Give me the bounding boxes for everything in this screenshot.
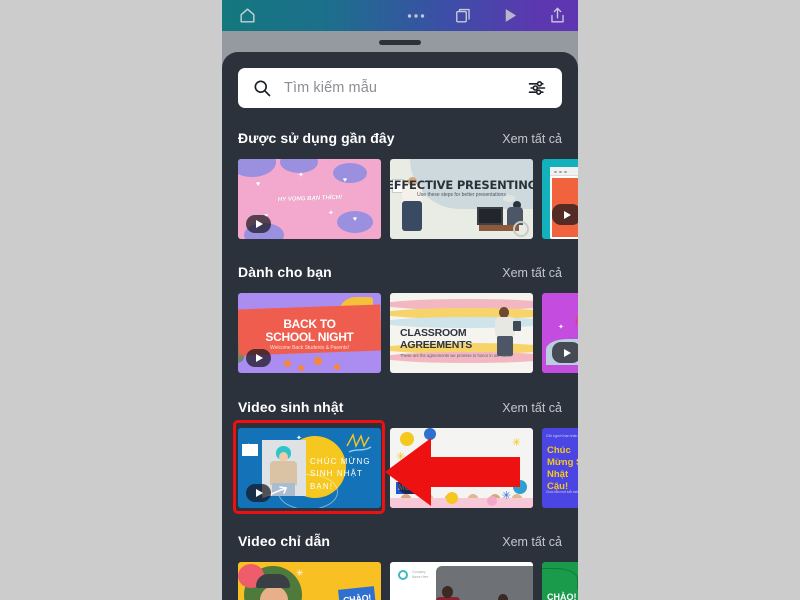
card-bottom-text: Chúc bạn một tuổi mới thật nhiều niềm vu…	[546, 490, 578, 494]
home-icon[interactable]	[232, 3, 262, 29]
duplicate-icon[interactable]	[448, 3, 478, 29]
template-row-guide[interactable]: ✳ CHÀO! Company Name Here CHÀO!	[222, 562, 578, 600]
drag-handle[interactable]	[379, 40, 421, 45]
editor-toolbar	[222, 0, 578, 31]
sheet-handle-strip	[222, 31, 578, 52]
template-card-chuc-mung-sinh-nhat-ban[interactable]: ✶ ✦ CHÚC MỪNG SINH NHẬT BẠN!	[238, 428, 381, 508]
card-text: CHÚC MỪNG SINH NHẬT BẠN!	[310, 457, 371, 491]
card-chip: CHÀO!	[338, 586, 376, 600]
template-card-family-photo[interactable]: Company Name Here	[390, 562, 533, 600]
search-input[interactable]: Tìm kiếm mẫu	[284, 80, 526, 96]
phone-screen: Tìm kiếm mẫu Được sử dụng gần đây Xem tấ…	[222, 0, 578, 600]
section-recent: Được sử dụng gần đây Xem tất cả ♥ ♥ ♥ ♥ …	[222, 130, 578, 239]
card-text: CHÀO!	[547, 592, 577, 600]
section-title: Được sử dụng gần đây	[238, 130, 395, 146]
template-card-magenta-clip[interactable]: ✦ ❗	[542, 293, 578, 373]
template-row-recent[interactable]: ♥ ♥ ♥ ♥ ✦ ✦ HY VỌNG BẠN THÍCH! EFF	[222, 159, 578, 239]
section-guide: Video chỉ dẫn Xem tất cả ✳ CHÀO! Company…	[222, 533, 578, 600]
card-title: EFFECTIVE PRESENTING	[390, 178, 533, 192]
card-subtitle: Use these steps for better presentations	[417, 192, 506, 198]
section-header: Video sinh nhật Xem tất cả	[222, 399, 578, 419]
card-subtitle: These are the agreements we promise to h…	[400, 353, 512, 358]
template-card-back-to-school[interactable]: BACK TO SCHOOL NIGHT Welcome Back Studen…	[238, 293, 381, 373]
play-badge[interactable]	[246, 484, 271, 502]
search-bar[interactable]: Tìm kiếm mẫu	[238, 68, 562, 108]
pointer-arrow-annotation	[385, 438, 520, 506]
play-badge[interactable]	[246, 215, 271, 233]
play-badge[interactable]	[552, 342, 578, 363]
see-all-link-for-you[interactable]: Xem tất cả	[502, 266, 562, 280]
template-card-pink-hearts[interactable]: ♥ ♥ ♥ ♥ ✦ ✦ HY VỌNG BẠN THÍCH!	[238, 159, 381, 239]
section-header: Dành cho bạn Xem tất cả	[222, 264, 578, 284]
card-title-line1: BACK TO	[283, 317, 336, 331]
card-subtitle: Welcome Back Students & Parents!	[269, 345, 350, 351]
template-card-yellow-chao[interactable]: ✳ CHÀO!	[238, 562, 381, 600]
card-title-line2: AGREEMENTS	[400, 339, 473, 351]
section-title: Dành cho bạn	[238, 264, 332, 280]
play-badge[interactable]	[246, 349, 271, 367]
see-all-link-recent[interactable]: Xem tất cả	[502, 132, 562, 146]
section-title: Video sinh nhật	[238, 399, 344, 415]
section-title: Video chỉ dẫn	[238, 533, 331, 549]
share-icon[interactable]	[542, 3, 572, 29]
play-icon[interactable]	[495, 3, 525, 29]
play-badge[interactable]	[552, 204, 578, 225]
template-card-green-chao[interactable]: CHÀO! TÊN T MÌNH	[542, 562, 578, 600]
section-header: Video chỉ dẫn Xem tất cả	[222, 533, 578, 553]
more-options-icon[interactable]	[401, 3, 431, 29]
card-top-text: Gửi người bạn thân yêu	[546, 434, 578, 438]
card-title-line2: SCHOOL NIGHT	[265, 330, 354, 344]
section-header: Được sử dụng gần đây Xem tất cả	[222, 130, 578, 150]
search-icon	[252, 78, 272, 98]
template-card-teal-browser[interactable]	[542, 159, 578, 239]
card-text: HY VỌNG BẠN THÍCH!	[277, 194, 342, 204]
template-card-effective-presenting[interactable]: EFFECTIVE PRESENTING Use these steps for…	[390, 159, 533, 239]
section-for-you: Dành cho bạn Xem tất cả BACK TO SCHOOL N…	[222, 264, 578, 373]
templates-panel: Tìm kiếm mẫu Được sử dụng gần đây Xem tấ…	[222, 52, 578, 600]
see-all-link-birthday[interactable]: Xem tất cả	[502, 401, 562, 415]
card-text: CHÀO!	[342, 592, 372, 600]
card-title-line1: CLASSROOM	[400, 327, 467, 339]
template-card-chuc-mung-sinh-nhat-cau[interactable]: Gửi người bạn thân yêu Chúc Mừng Sinh Nh…	[542, 428, 578, 508]
brand-logo-icon	[398, 570, 408, 580]
template-card-classroom-agreements[interactable]: CLASSROOM AGREEMENTS These are the agree…	[390, 293, 533, 373]
card-text: Chúc Mừng Sinh Nhật Cậu!	[547, 445, 578, 492]
see-all-link-guide[interactable]: Xem tất cả	[502, 535, 562, 549]
filter-sliders-icon[interactable]	[526, 78, 548, 98]
template-row-for-you[interactable]: BACK TO SCHOOL NIGHT Welcome Back Studen…	[222, 293, 578, 373]
